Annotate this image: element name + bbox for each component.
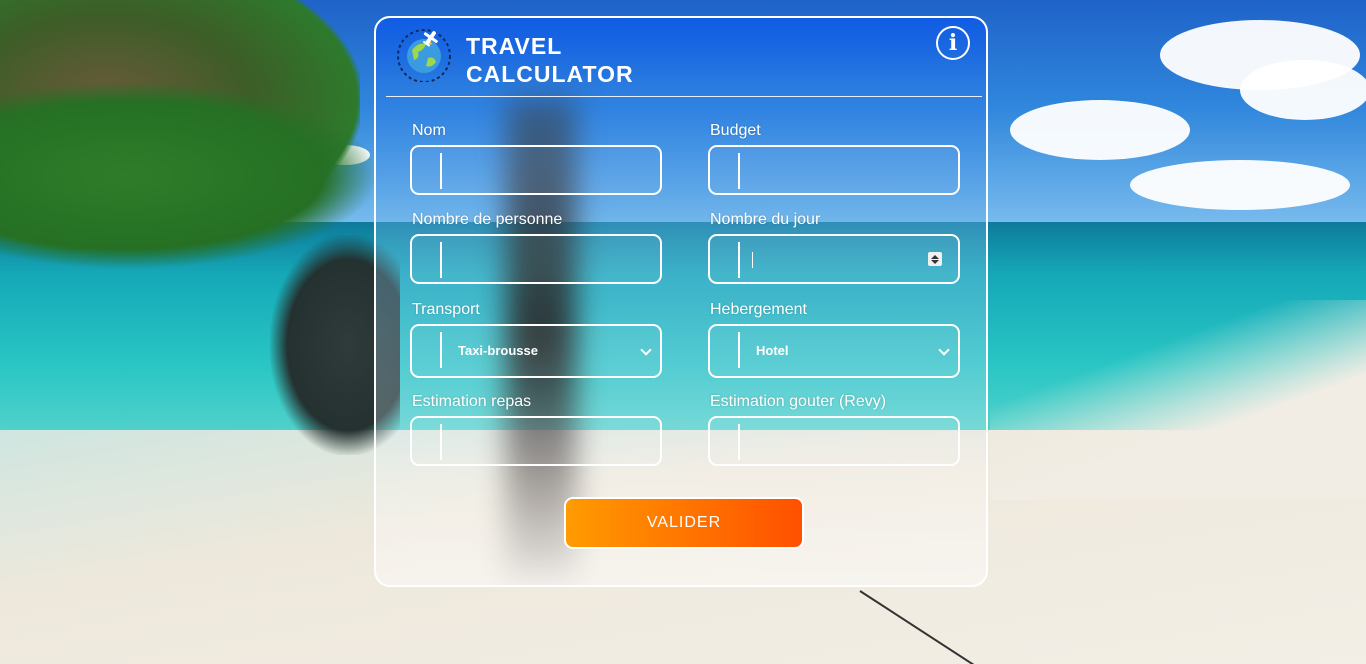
valider-button[interactable]: VALIDER	[564, 497, 804, 549]
field-nombre-jour: Nombre du jour	[708, 209, 960, 284]
app-title-line1: TRAVEL	[466, 33, 563, 59]
app-title-line2: CALCULATOR	[466, 61, 634, 87]
info-icon-glyph: i	[948, 30, 958, 56]
input-divider	[440, 153, 442, 189]
nom-input[interactable]	[446, 147, 650, 195]
input-divider	[440, 332, 442, 368]
chevron-down-icon	[938, 344, 950, 356]
gouter-label: Estimation gouter (Revy)	[710, 393, 887, 410]
card-header: TRAVEL CALCULATOR i	[376, 18, 986, 96]
nombre-personne-input-box[interactable]	[410, 234, 662, 284]
budget-label: Budget	[710, 122, 761, 139]
budget-input[interactable]	[744, 147, 948, 195]
transport-select[interactable]: Taxi-brousse	[410, 324, 662, 378]
number-spinner-icon[interactable]	[928, 252, 942, 266]
field-hebergement: Hebergement Hotel	[708, 299, 960, 378]
globe-airplane-icon	[397, 29, 451, 82]
repas-label: Estimation repas	[412, 393, 532, 410]
nombre-personne-label: Nombre de personne	[412, 211, 563, 228]
cloud	[1010, 100, 1190, 160]
input-divider	[738, 153, 740, 189]
budget-input-box[interactable]	[708, 145, 960, 195]
field-repas: Estimation repas	[410, 391, 662, 466]
header-divider	[386, 96, 982, 97]
repas-input[interactable]	[446, 418, 650, 466]
field-nombre-personne: Nombre de personne	[410, 209, 662, 284]
hebergement-select[interactable]: Hotel	[708, 324, 960, 378]
app-title: TRAVEL CALCULATOR	[466, 32, 634, 88]
cloud	[1240, 60, 1366, 120]
transport-label: Transport	[412, 301, 480, 318]
hebergement-label: Hebergement	[710, 301, 807, 318]
cloud	[1130, 160, 1350, 210]
field-nom: Nom	[410, 120, 662, 195]
input-divider	[440, 242, 442, 278]
nombre-personne-input[interactable]	[446, 236, 650, 284]
gouter-input[interactable]	[744, 418, 948, 466]
field-transport: Transport Taxi-brousse	[410, 299, 662, 378]
hebergement-selected-value: Hotel	[756, 343, 789, 358]
repas-input-box[interactable]	[410, 416, 662, 466]
nombre-jour-input-box[interactable]	[708, 234, 960, 284]
input-divider	[440, 424, 442, 460]
gouter-input-box[interactable]	[708, 416, 960, 466]
shore	[990, 300, 1366, 500]
field-gouter: Estimation gouter (Revy)	[708, 391, 960, 466]
calculator-card: TRAVEL CALCULATOR i Nom Budget Nombre de…	[374, 16, 988, 587]
transport-selected-value: Taxi-brousse	[458, 343, 538, 358]
nom-input-box[interactable]	[410, 145, 662, 195]
field-budget: Budget	[708, 120, 960, 195]
chevron-down-icon	[640, 344, 652, 356]
input-divider	[738, 242, 740, 278]
nombre-jour-input[interactable]	[744, 236, 948, 284]
nombre-jour-label: Nombre du jour	[710, 211, 821, 228]
info-icon[interactable]: i	[936, 26, 970, 60]
input-divider	[738, 332, 740, 368]
nom-label: Nom	[412, 122, 446, 139]
input-divider	[738, 424, 740, 460]
